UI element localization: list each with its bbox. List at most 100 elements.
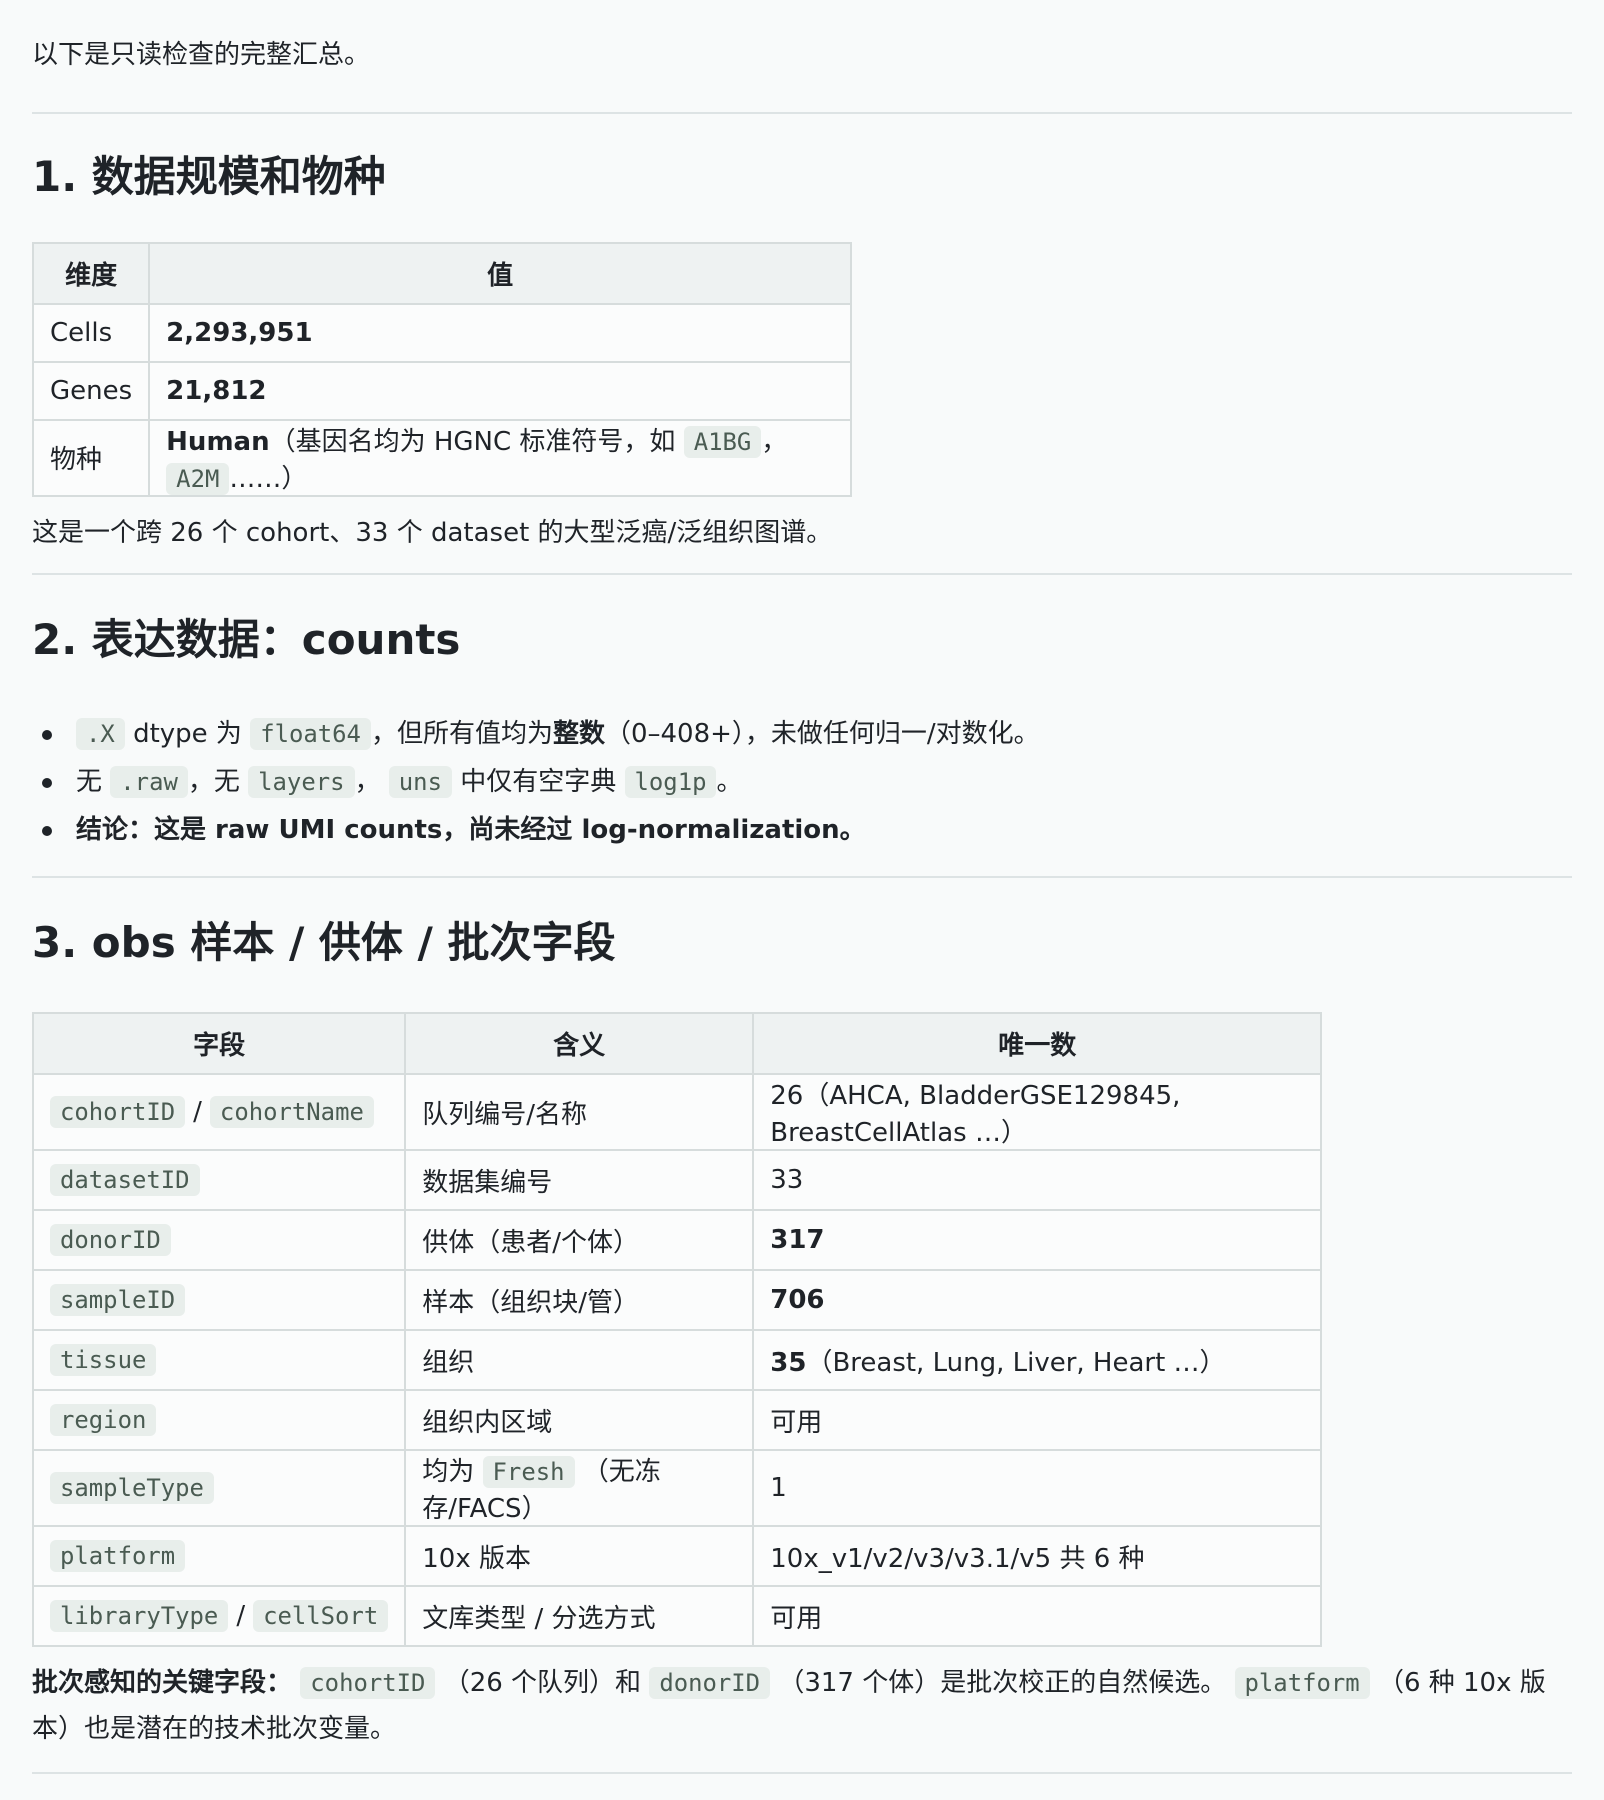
bold-text: 批次感知的关键字段： [32, 1668, 293, 1699]
table-row: region 组织内区域 可用 [31, 1389, 1323, 1452]
obs-fields-table: 字段 含义 唯一数 cohortID / cohortName 队列编号/名称 26… [31, 1012, 1323, 1648]
field-code: platform [50, 1540, 186, 1573]
counts-bullet-list: .X dtype 为 float64 ，但所有值均为整数（0–408+），未做任何… [32, 710, 1572, 854]
intro-text: 以下是只读检查的完整汇总。 [32, 40, 371, 70]
table-row: sampleID 样本（组织块/管） 706 [31, 1269, 1323, 1332]
count-cell: 35（Breast, Lung, Liver, Heart …） [752, 1329, 1323, 1392]
value-note: ……） [229, 463, 308, 494]
inline-code: platform [1234, 1667, 1370, 1700]
section-1-heading: 1. 数据规模和物种 [32, 151, 386, 201]
meaning-cell: 10x 版本 [404, 1525, 755, 1588]
count-cell: 可用 [752, 1389, 1323, 1452]
meaning-cell: 供体（患者/个体） [404, 1209, 755, 1272]
table-row: cohortID / cohortName 队列编号/名称 26（AHCA, Bla… [31, 1073, 1323, 1152]
dimension-cell: 物种 [31, 418, 151, 497]
batch-fields-note: 批次感知的关键字段： cohortID （26 个队列）和 donorID （3… [32, 1661, 1572, 1752]
meaning-text: 均为 [422, 1457, 475, 1488]
table-header-row: 维度 值 [31, 241, 853, 305]
note-text: （26 个队列）和 [443, 1668, 642, 1699]
separator: / [236, 1601, 246, 1632]
field-cell: datasetID [31, 1149, 407, 1212]
count-note: （Breast, Lung, Liver, Heart …） [806, 1347, 1226, 1378]
field-code: datasetID [50, 1164, 200, 1197]
count-cell: 317 [752, 1209, 1323, 1272]
table-header-row: 字段 含义 唯一数 [31, 1012, 1323, 1076]
count-cell: 33 [752, 1149, 1323, 1212]
count-value: 706 [770, 1285, 825, 1316]
field-cell: libraryType / cellSort [31, 1585, 407, 1648]
table-row: Genes 21,812 [31, 360, 853, 421]
table-row: platform 10x 版本 10x_v1/v2/v3/v3.1/v5 共 6… [31, 1525, 1323, 1588]
divider [32, 1772, 1572, 1775]
list-item: .X dtype 为 float64 ，但所有值均为整数（0–408+），未做任何… [32, 710, 1572, 758]
table-row: donorID 供体（患者/个体） 317 [31, 1209, 1323, 1272]
bullet-text: ，但所有值均为 [370, 718, 553, 749]
value-note: （基因名均为 HGNC 标准符号，如 [269, 426, 676, 457]
column-header-unique-count: 唯一数 [752, 1012, 1323, 1076]
field-cell: tissue [31, 1329, 407, 1392]
column-header-value: 值 [148, 241, 853, 305]
bullet-text: ， [354, 766, 381, 797]
document-page: 以下是只读检查的完整汇总。 1. 数据规模和物种 维度 值 Cells 2,29… [0, 0, 1604, 1775]
separator: ， [761, 426, 788, 457]
bullet-text: ，无 [187, 766, 240, 797]
inline-code: .X [76, 717, 125, 750]
section-3-heading: 3. obs 样本 / 供体 / 批次字段 [32, 917, 616, 967]
field-code: region [50, 1404, 157, 1437]
gene-code: A1BG [683, 425, 762, 458]
value-cell: 2,293,951 [148, 302, 853, 363]
field-code: cohortName [209, 1096, 374, 1129]
field-cell: sampleType [31, 1449, 407, 1528]
separator: / [193, 1097, 202, 1128]
count-value: 26 [770, 1081, 804, 1112]
field-cell: donorID [31, 1209, 407, 1272]
gene-code: A2M [166, 462, 230, 495]
inline-code: log1p [624, 765, 717, 798]
table-row: Cells 2,293,951 [31, 302, 853, 363]
meaning-cell: 文库类型 / 分选方式 [404, 1585, 755, 1648]
table-row: 物种 Human（基因名均为 HGNC 标准符号，如 A1BG ， A2M……） [31, 418, 853, 497]
column-header-dimension: 维度 [31, 241, 151, 305]
inline-code: uns [388, 765, 452, 798]
table-row: tissue 组织 35（Breast, Lung, Liver, Heart … [31, 1329, 1323, 1392]
dimension-cell: Cells [31, 302, 151, 363]
field-code: libraryType [50, 1600, 229, 1633]
bullet-text: 无 [76, 766, 103, 797]
count-value: 317 [770, 1225, 825, 1256]
count-value: 35 [770, 1347, 807, 1378]
note-text: （317 个体）是批次校正的自然候选。 [778, 1668, 1227, 1699]
value-text: Human [166, 426, 270, 457]
value-cell: 21,812 [148, 360, 853, 421]
meaning-cell: 队列编号/名称 [404, 1073, 755, 1152]
field-code: tissue [50, 1344, 157, 1377]
scale-species-table: 维度 值 Cells 2,293,951 Genes 21,812 物种 Hum… [31, 241, 853, 497]
meaning-cell: 均为 Fresh （无冻存/FACS） [404, 1449, 755, 1528]
count-cell: 可用 [752, 1585, 1323, 1648]
meaning-cell: 样本（组织块/管） [404, 1269, 755, 1332]
column-header-field: 字段 [31, 1012, 407, 1076]
divider [32, 573, 1572, 576]
bold-text: 整数 [552, 718, 605, 749]
table-row: libraryType / cellSort 文库类型 / 分选方式 可用 [31, 1585, 1323, 1648]
inline-code: Fresh [482, 1456, 575, 1489]
count-cell: 1 [752, 1449, 1323, 1528]
field-code: sampleType [50, 1472, 214, 1505]
field-code: sampleID [50, 1284, 186, 1317]
field-cell: platform [31, 1525, 407, 1588]
inline-code: float64 [250, 717, 371, 750]
table-row: datasetID 数据集编号 33 [31, 1149, 1323, 1212]
section-1-summary: 这是一个跨 26 个 cohort、33 个 dataset 的大型泛癌/泛组织… [32, 517, 833, 548]
field-code: donorID [50, 1224, 171, 1257]
meaning-cell: 组织内区域 [404, 1389, 755, 1452]
bullet-text: dtype 为 [133, 718, 242, 749]
value-cell: Human（基因名均为 HGNC 标准符号，如 A1BG ， A2M……） [148, 418, 853, 497]
field-code: cohortID [50, 1096, 186, 1129]
bullet-text: 中仅有空字典 [460, 766, 617, 797]
count-cell: 706 [752, 1269, 1323, 1332]
meaning-cell: 组织 [404, 1329, 755, 1392]
value-text: 21,812 [166, 375, 267, 406]
divider [32, 875, 1572, 878]
bullet-text: （0–408+），未做任何归一/对数化。 [604, 718, 1040, 749]
count-cell: 26（AHCA, BladderGSE129845, BreastCellAtl… [752, 1073, 1323, 1152]
bullet-text: 。 [716, 766, 743, 797]
